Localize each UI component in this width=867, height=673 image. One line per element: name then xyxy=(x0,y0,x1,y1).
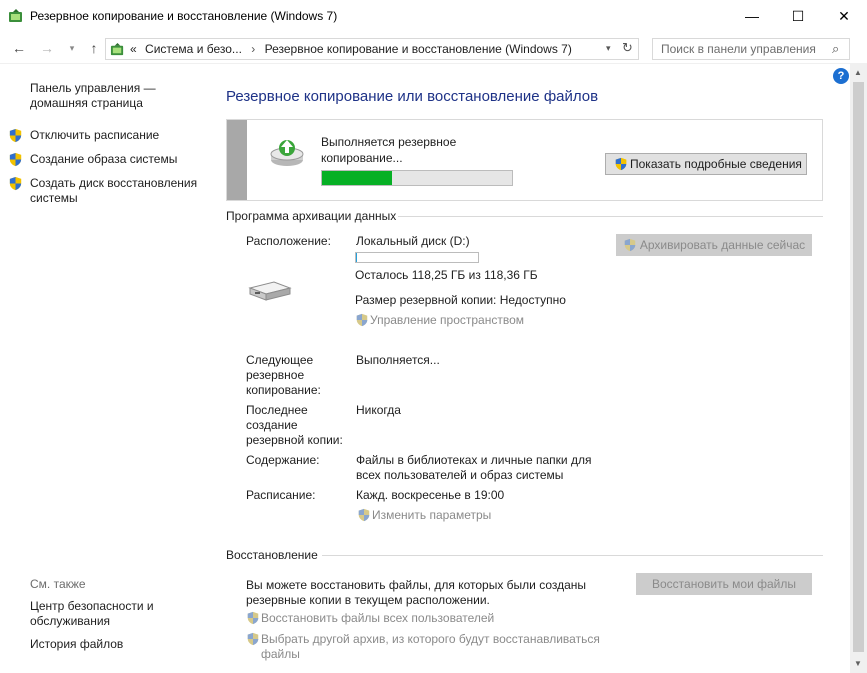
backup-now-label: Архивировать данные сейчас xyxy=(639,238,806,252)
address-dropdown-chevron-icon[interactable]: ▾ xyxy=(606,43,611,54)
maximize-button[interactable]: ☐ xyxy=(775,0,821,32)
breadcrumb-backup[interactable]: Резервное копирование и восстановление (… xyxy=(265,42,572,56)
show-details-label: Показать подробные сведения xyxy=(630,157,802,171)
shield-icon xyxy=(8,176,23,191)
select-other-backup-label: Выбрать другой архив, из которого будут … xyxy=(261,632,600,661)
backup-progress-bar xyxy=(321,170,513,186)
navigation-bar: ← → ▾ ↑ « Система и безо... › Резервное … xyxy=(0,32,867,64)
back-arrow-icon[interactable]: ← xyxy=(10,39,28,57)
last-backup-value: Никогда xyxy=(356,403,401,417)
shield-icon xyxy=(8,152,23,167)
manage-space-label: Управление пространством xyxy=(370,313,525,327)
control-panel-home-link[interactable]: Панель управления — домашняя страница xyxy=(30,81,200,111)
breadcrumb-separator: › xyxy=(251,42,256,56)
backup-size-text: Размер резервной копии: Недоступно xyxy=(355,293,566,307)
minimize-button[interactable]: — xyxy=(729,0,775,32)
restore-all-users-label: Восстановить файлы всех пользователей xyxy=(261,611,495,625)
search-icon[interactable]: ⌕ xyxy=(832,41,839,57)
disable-schedule-link[interactable]: Отключить расписание xyxy=(30,128,210,143)
address-bar[interactable]: « Система и безо... › Резервное копирова… xyxy=(105,38,639,60)
change-settings-link[interactable]: Изменить параметры xyxy=(357,508,491,523)
page-title: Резервное копирование или восстановление… xyxy=(226,88,599,105)
progress-panel-accent xyxy=(227,120,247,200)
forward-arrow-icon[interactable]: → xyxy=(38,39,56,57)
window-title: Резервное копирование и восстановление (… xyxy=(30,9,338,23)
next-backup-value: Выполняется... xyxy=(356,353,440,367)
change-settings-label: Изменить параметры xyxy=(372,508,492,522)
disk-usage-fill xyxy=(356,253,358,262)
create-system-image-link[interactable]: Создание образа системы xyxy=(30,152,210,167)
restore-my-files-label: Восстановить мои файлы xyxy=(651,577,796,591)
create-recovery-disk-link[interactable]: Создать диск восстановления системы xyxy=(30,176,200,206)
restore-description: Вы можете восстановить файлы, для которы… xyxy=(246,578,587,607)
progress-status-text: Выполняется резервное копирование... xyxy=(321,135,457,165)
breadcrumb-overflow[interactable]: « xyxy=(130,42,137,56)
refresh-icon[interactable]: ↻ xyxy=(622,40,633,56)
file-history-link[interactable]: История файлов xyxy=(30,637,205,652)
restore-all-users-link[interactable]: Восстановить файлы всех пользователей xyxy=(246,611,494,626)
section-divider xyxy=(398,216,823,217)
select-other-backup-link[interactable]: Выбрать другой архив, из которого будут … xyxy=(246,632,606,662)
breadcrumb: « Система и безо... › Резервное копирова… xyxy=(130,42,572,56)
vertical-scrollbar[interactable]: ▲ ▼ xyxy=(850,64,867,673)
schedule-label: Расписание: xyxy=(246,488,316,502)
see-also-heading: См. также xyxy=(30,577,86,591)
next-backup-label: Следующее резервное копирование: xyxy=(246,353,321,397)
up-arrow-icon[interactable]: ↑ xyxy=(85,39,103,57)
restore-section-heading: Восстановление xyxy=(226,548,318,562)
shield-icon xyxy=(246,632,260,646)
contents-value: Файлы в библиотеках и личные папки для в… xyxy=(356,453,592,482)
backup-now-button[interactable]: Архивировать данные сейчас xyxy=(616,234,812,256)
backup-progress-panel: Выполняется резервное копирование... Пок… xyxy=(226,119,823,201)
scroll-down-icon[interactable]: ▼ xyxy=(854,659,862,668)
schedule-value: Кажд. воскресенье в 19:00 xyxy=(356,488,505,502)
shield-icon xyxy=(623,238,637,252)
control-panel-icon xyxy=(110,42,125,57)
free-space-text: Осталось 118,25 ГБ из 118,36 ГБ xyxy=(355,268,538,282)
shield-icon xyxy=(246,611,260,625)
search-input[interactable]: Поиск в панели управления ⌕ xyxy=(652,38,850,60)
progress-fill xyxy=(322,171,393,185)
security-maintenance-link[interactable]: Центр безопасности и обслуживания xyxy=(30,599,165,629)
title-bar: Резервное копирование и восстановление (… xyxy=(0,0,867,32)
location-value: Локальный диск (D:) xyxy=(356,234,470,248)
search-placeholder: Поиск в панели управления xyxy=(661,42,816,56)
scroll-up-icon[interactable]: ▲ xyxy=(854,68,862,77)
backup-app-icon xyxy=(8,8,24,24)
help-icon[interactable]: ? xyxy=(833,68,849,84)
left-pane: Панель управления — домашняя страница От… xyxy=(0,64,210,673)
shield-icon xyxy=(355,313,369,327)
breadcrumb-security[interactable]: Система и безо... xyxy=(145,42,242,56)
shield-icon xyxy=(8,128,23,143)
shield-icon xyxy=(614,157,628,171)
recent-locations-chevron-icon[interactable]: ▾ xyxy=(63,39,81,57)
scrollbar-thumb[interactable] xyxy=(853,82,864,652)
last-backup-label: Последнее создание резервной копии: xyxy=(246,403,343,447)
show-details-button[interactable]: Показать подробные сведения xyxy=(605,153,807,175)
contents-label: Содержание: xyxy=(246,453,320,467)
disk-usage-bar xyxy=(355,252,479,263)
backup-drive-icon xyxy=(270,140,304,166)
location-label: Расположение: xyxy=(246,234,331,248)
restore-my-files-button[interactable]: Восстановить мои файлы xyxy=(636,573,812,595)
hard-drive-icon xyxy=(248,281,292,301)
section-divider xyxy=(322,555,823,556)
close-button[interactable]: ✕ xyxy=(821,0,867,32)
manage-space-link[interactable]: Управление пространством xyxy=(355,313,524,328)
backup-section-heading: Программа архивации данных xyxy=(226,209,397,223)
shield-icon xyxy=(357,508,371,522)
